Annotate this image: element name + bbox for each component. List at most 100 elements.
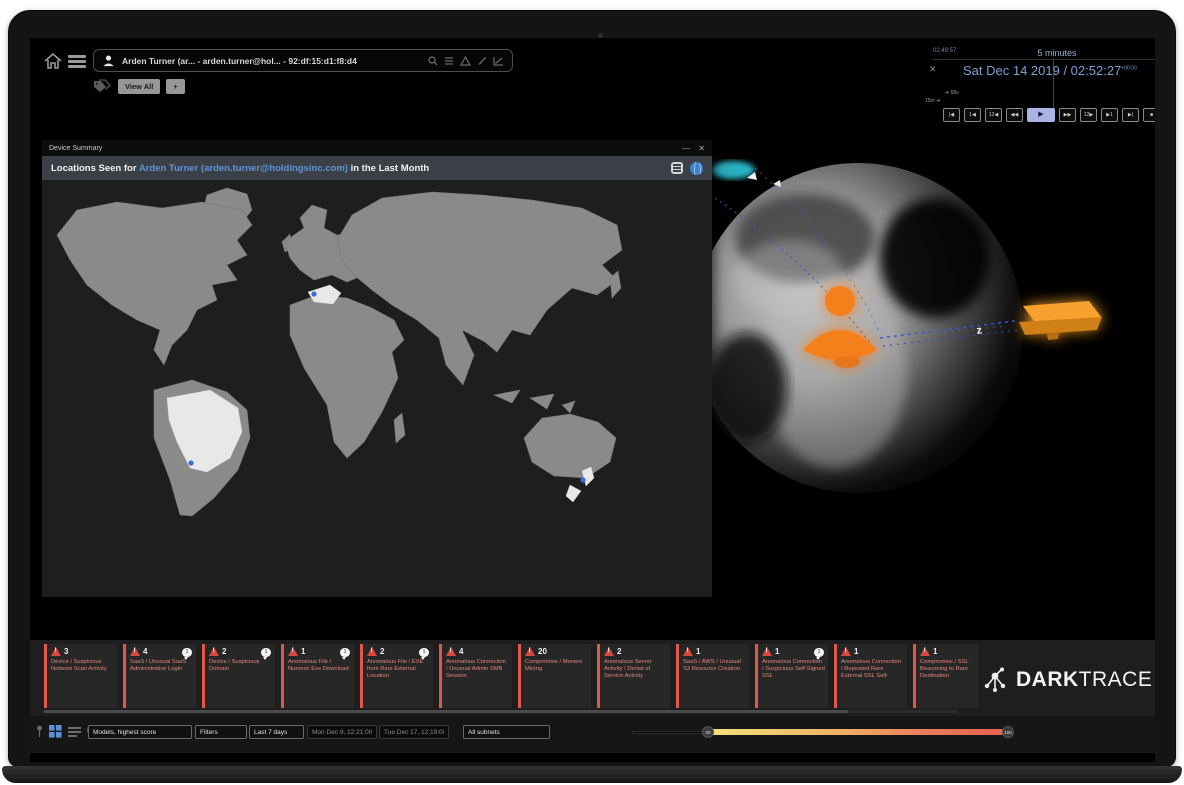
tags-icon xyxy=(92,79,112,94)
edit-icon[interactable] xyxy=(477,56,487,66)
alert-count: 20 xyxy=(538,647,547,656)
playback-back-1-button[interactable]: 1◀ xyxy=(964,108,981,122)
end-date-input[interactable] xyxy=(379,725,449,739)
search-actions xyxy=(428,56,504,66)
alert-label: Anomalous Connection / Suspicious Self-S… xyxy=(762,659,825,680)
score-max-handle[interactable]: 100 xyxy=(1002,726,1014,738)
alert-count: 4 xyxy=(459,647,463,656)
warning-triangle-icon xyxy=(841,647,851,656)
alert-label: Anomalous Connection / Repeated Rare Ext… xyxy=(841,659,904,680)
warning-triangle-icon xyxy=(525,647,535,656)
playback-skip-end-button[interactable]: ▶| xyxy=(1122,108,1139,122)
alert-card[interactable]: 2 Anomalous Server Activity / Denial of … xyxy=(597,644,670,708)
playback-fwd-1-button[interactable]: ▶1 xyxy=(1101,108,1118,122)
alert-card[interactable]: 1 Compromise / SSL Beaconing to Rare Des… xyxy=(913,644,978,708)
speed-fast-label[interactable]: ➔ 68s xyxy=(945,90,959,96)
alert-label: SaaS / AWS / Unusual S3 Resource Creatio… xyxy=(683,659,746,673)
page: Arden Turner (ar... - arden.turner@hol..… xyxy=(0,0,1184,785)
alert-label: Anomalous Server Activity / Denial of Se… xyxy=(604,659,667,680)
alert-card[interactable]: 2 1 Device / Suspicious Domain xyxy=(202,644,275,708)
menu-icon[interactable] xyxy=(68,55,86,68)
alert-card[interactable]: 1 1 Anomalous File / Numeric Exe Downloa… xyxy=(281,644,354,708)
playback-fwd-12-button[interactable]: 12▶ xyxy=(1080,108,1097,122)
pin-icon[interactable] xyxy=(36,725,43,738)
timeline-rule xyxy=(933,59,1155,60)
comment-count: 1 xyxy=(186,649,189,655)
laptop-base xyxy=(2,766,1182,783)
window-header: Locations Seen for Arden Turner (arden.t… xyxy=(42,156,712,180)
warning-triangle-icon xyxy=(130,647,140,656)
alert-card[interactable]: 2 1 Anomalous File / EXE from Rare Exter… xyxy=(360,644,433,708)
speed-slow-label[interactable]: 15m ➔ xyxy=(925,98,940,104)
alert-count: 3 xyxy=(64,647,68,656)
alert-count: 2 xyxy=(222,647,226,656)
cyan-event-glow xyxy=(711,161,755,179)
subnets-input[interactable] xyxy=(463,725,550,739)
list-view-toggle-icon[interactable] xyxy=(68,726,81,738)
playback-back-12-button[interactable]: 12◀ xyxy=(985,108,1002,122)
omnisearch[interactable]: Arden Turner (ar... - arden.turner@hol..… xyxy=(93,49,513,72)
score-slider: 20 100 xyxy=(632,728,1018,736)
score-gradient-bar xyxy=(708,729,1008,735)
alert-label: Device / Suspicious Network Scan Activit… xyxy=(51,659,114,673)
alert-triangle-icon[interactable] xyxy=(460,56,471,66)
list-view-icon[interactable] xyxy=(671,162,683,174)
header-subject-link[interactable]: Arden Turner (arden.turner@holdingsinc.c… xyxy=(139,163,348,174)
playback-skip-start-button[interactable]: |◀ xyxy=(943,108,960,122)
home-icon[interactable] xyxy=(44,53,62,69)
playback-rewind-button[interactable]: ◀◀ xyxy=(1006,108,1023,122)
models-input[interactable] xyxy=(88,725,192,739)
alert-label: Anomalous Connection / Unusual Admin SMB… xyxy=(446,659,509,680)
list-icon[interactable] xyxy=(444,56,454,66)
threat-device-icon[interactable] xyxy=(1019,301,1102,340)
alert-card[interactable]: 20 Compromise / Monero Mining xyxy=(518,644,591,708)
range-duration[interactable]: 5 minutes xyxy=(1037,48,1076,58)
score-slider-track[interactable] xyxy=(632,731,708,734)
alert-card[interactable]: 1 SaaS / AWS / Unusual S3 Resource Creat… xyxy=(676,644,749,708)
alert-count: 2 xyxy=(380,647,384,656)
window-title: Device Summary xyxy=(49,145,102,152)
alert-card[interactable]: 1 Anomalous Connection / Repeated Rare E… xyxy=(834,644,907,708)
comment-bubble: 1 xyxy=(814,648,824,657)
view-all-button[interactable]: View All xyxy=(118,79,160,94)
start-date-input[interactable] xyxy=(307,725,377,739)
device-summary-window: Device Summary — ✕ Locations Seen for Ar… xyxy=(42,140,712,597)
playback-forward-button[interactable]: ▶▶ xyxy=(1059,108,1076,122)
cards-scrollbar[interactable] xyxy=(44,710,958,713)
alert-card[interactable]: 3 Device / Suspicious Network Scan Activ… xyxy=(44,644,117,708)
grid-view-icon[interactable] xyxy=(49,725,62,738)
alert-label: SaaS / Unusual SaaS Administrative Login xyxy=(130,659,193,673)
warning-triangle-icon xyxy=(367,647,377,656)
filters-input[interactable] xyxy=(195,725,247,739)
time-range-input[interactable] xyxy=(249,725,304,739)
playback-play-button[interactable]: ▶ xyxy=(1027,108,1055,122)
alert-count: 1 xyxy=(696,647,700,656)
comment-count: 1 xyxy=(265,649,268,655)
warning-triangle-icon xyxy=(51,647,61,656)
comment-bubble: 1 xyxy=(419,648,429,657)
app-screen: Arden Turner (ar... - arden.turner@hol..… xyxy=(30,38,1155,762)
map-view-icon[interactable] xyxy=(690,162,703,175)
header-suffix: in the Last Month xyxy=(348,163,429,174)
minimize-icon[interactable]: — xyxy=(682,144,690,153)
alert-count: 2 xyxy=(617,647,621,656)
search-icon[interactable] xyxy=(428,56,438,66)
graph-icon[interactable] xyxy=(493,56,504,66)
close-icon[interactable]: ✕ xyxy=(698,144,705,153)
alert-card[interactable]: 4 1 SaaS / Unusual SaaS Administrative L… xyxy=(123,644,196,708)
alert-card[interactable]: 4 Anomalous Connection / Unusual Admin S… xyxy=(439,644,512,708)
warning-triangle-icon xyxy=(762,647,772,656)
threat-globe[interactable]: z xyxy=(685,138,1155,548)
utc-offset: +00:00 xyxy=(1121,66,1136,72)
comment-count: 1 xyxy=(423,649,426,655)
time-panel-close-icon[interactable]: ✕ xyxy=(929,64,937,75)
world-map[interactable] xyxy=(42,180,712,597)
score-min-handle[interactable]: 20 xyxy=(702,726,714,738)
alert-label: Compromise / Monero Mining xyxy=(525,659,588,673)
range-start-time: 02:49:57 xyxy=(933,48,956,58)
alert-card[interactable]: 1 1 Anomalous Connection / Suspicious Se… xyxy=(755,644,828,708)
playback-stop-button[interactable]: ■ xyxy=(1143,108,1155,122)
add-tag-button[interactable]: + xyxy=(166,79,184,94)
alert-count: 1 xyxy=(854,647,858,656)
window-titlebar[interactable]: Device Summary — ✕ xyxy=(42,140,712,156)
